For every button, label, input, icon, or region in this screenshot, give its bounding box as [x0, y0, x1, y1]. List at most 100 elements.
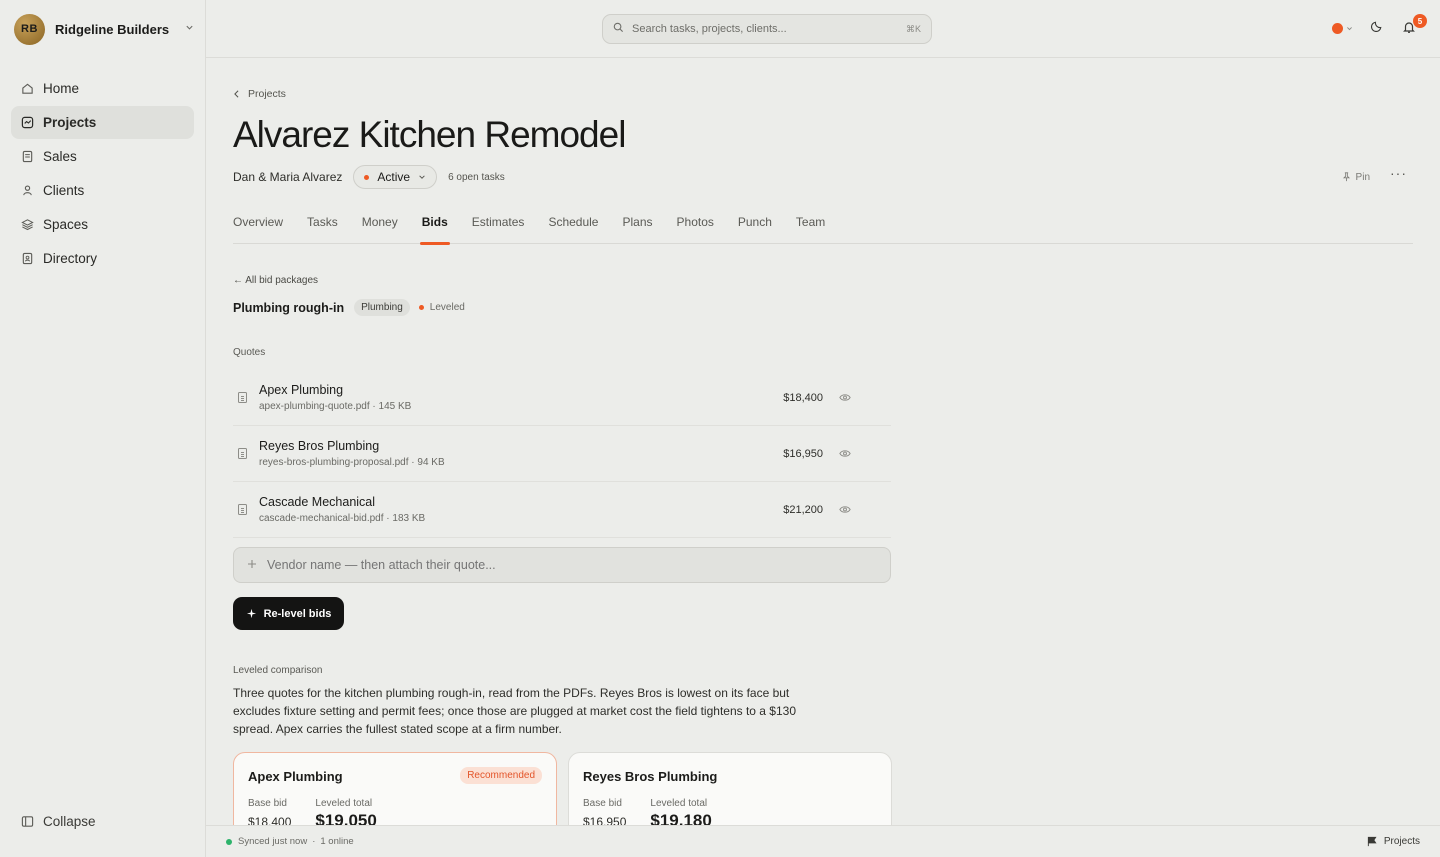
- vendor-name-input[interactable]: [267, 558, 827, 572]
- pin-button[interactable]: Pin: [1342, 172, 1370, 183]
- status-projects-label: Projects: [1383, 836, 1420, 847]
- project-meta: Dan & Maria Alvarez Active 6 open tasks …: [233, 165, 1413, 189]
- nav-item-projects[interactable]: Projects: [11, 106, 194, 139]
- card-vendor: Reyes Bros Plumbing: [583, 769, 718, 784]
- quote-row[interactable]: Cascade Mechanical cascade-mechanical-bi…: [233, 482, 891, 538]
- pin-icon: [1342, 172, 1350, 182]
- chevron-down-icon: [419, 175, 425, 179]
- search-icon: [613, 20, 624, 38]
- all-bid-packages-link[interactable]: ← All bid packages: [233, 275, 318, 286]
- nav-label: Home: [43, 81, 80, 96]
- nav-item-sales[interactable]: Sales: [11, 140, 194, 173]
- main-nav: Home Projects Sales Clients Spaces Direc…: [11, 72, 194, 276]
- search-bar[interactable]: Search tasks, projects, clients... ⌘K: [602, 14, 932, 44]
- sales-icon: [21, 150, 34, 163]
- quote-amount: $21,200: [783, 503, 823, 516]
- open-tasks-count[interactable]: 6 open tasks: [448, 172, 505, 183]
- sidebar-collapse-icon: [21, 815, 34, 828]
- projects-icon: [21, 116, 34, 129]
- tab-tasks[interactable]: Tasks: [307, 215, 338, 244]
- bid-package-header: Plumbing rough-in Plumbing Leveled: [233, 299, 465, 316]
- top-actions: 5: [1332, 14, 1427, 37]
- nav-label: Directory: [43, 251, 98, 266]
- sparkle-icon: [246, 608, 256, 619]
- quote-file: cascade-mechanical-bid.pdf · 183 KB: [259, 513, 426, 524]
- bid-package-name: Plumbing rough-in: [233, 300, 345, 315]
- chevron-down-icon: [185, 23, 194, 35]
- quote-amount: $18,400: [783, 391, 823, 404]
- relevel-bids-button[interactable]: Re-level bids: [233, 597, 344, 630]
- quote-file: reyes-bros-plumbing-proposal.pdf · 94 KB: [259, 457, 445, 468]
- breadcrumb-projects[interactable]: Projects: [248, 88, 286, 100]
- nav-item-spaces[interactable]: Spaces: [11, 208, 194, 241]
- user-status-menu[interactable]: [1332, 22, 1353, 34]
- breadcrumb[interactable]: Projects: [233, 88, 286, 100]
- status-projects-link[interactable]: Projects: [1366, 836, 1420, 847]
- separator: ·: [312, 836, 316, 847]
- org-name: Ridgeline Builders: [55, 21, 170, 37]
- trade-tag: Plumbing: [354, 299, 410, 316]
- quote-vendor: Cascade Mechanical: [259, 495, 376, 509]
- sync-status-dot: [226, 838, 232, 845]
- document-icon: [238, 392, 247, 403]
- leveled-total-label: Leveled total: [315, 798, 373, 809]
- org-switcher[interactable]: RB Ridgeline Builders: [14, 13, 194, 45]
- directory-icon: [21, 252, 34, 265]
- nav-label: Sales: [43, 149, 77, 164]
- leveled-total-label: Leveled total: [650, 798, 708, 809]
- quotes-list: Apex Plumbing apex-plumbing-quote.pdf · …: [233, 370, 891, 538]
- leveled-status: Leveled: [418, 302, 465, 313]
- notifications-button[interactable]: 5: [1402, 14, 1427, 36]
- status-label: Active: [377, 170, 411, 184]
- quote-vendor: Reyes Bros Plumbing: [259, 439, 380, 453]
- document-icon: [238, 504, 247, 515]
- nav-label: Projects: [43, 115, 97, 130]
- flag-icon: [1367, 836, 1377, 847]
- org-avatar: RB: [14, 13, 45, 45]
- leveled-label: Leveled: [429, 302, 465, 313]
- notification-badge: 5: [1413, 14, 1427, 28]
- eye-icon[interactable]: [839, 504, 851, 516]
- add-vendor-field[interactable]: [233, 547, 891, 583]
- page-title: Alvarez Kitchen Remodel: [233, 114, 626, 155]
- tab-estimates[interactable]: Estimates: [472, 215, 525, 244]
- status-dropdown[interactable]: Active: [353, 165, 438, 189]
- quotes-label: Quotes: [233, 347, 266, 358]
- nav-item-directory[interactable]: Directory: [11, 242, 194, 275]
- quote-row[interactable]: Apex Plumbing apex-plumbing-quote.pdf · …: [233, 370, 891, 426]
- moon-icon: [1370, 21, 1382, 33]
- search-shortcut: ⌘K: [905, 23, 921, 34]
- tab-schedule[interactable]: Schedule: [548, 215, 598, 244]
- status-bar: Synced just now · 1 online Projects: [206, 825, 1440, 857]
- document-icon: [238, 448, 247, 459]
- nav-item-home[interactable]: Home: [11, 72, 194, 105]
- tab-team[interactable]: Team: [796, 215, 825, 244]
- chevron-down-icon: [1347, 26, 1352, 30]
- relevel-label: Re-level bids: [263, 607, 332, 620]
- quote-row[interactable]: Reyes Bros Plumbing reyes-bros-plumbing-…: [233, 426, 891, 482]
- status-dot: [1332, 22, 1343, 34]
- status-dot: [364, 174, 370, 180]
- project-tabs: Overview Tasks Money Bids Estimates Sche…: [233, 215, 1413, 245]
- comparison-summary: Three quotes for the kitchen plumbing ro…: [233, 686, 797, 736]
- client-name: Dan & Maria Alvarez: [233, 170, 343, 184]
- quote-vendor: Apex Plumbing: [259, 383, 344, 397]
- chevron-left-icon: [234, 90, 239, 98]
- eye-icon[interactable]: [839, 448, 851, 460]
- tab-overview[interactable]: Overview: [233, 215, 283, 244]
- base-bid-label: Base bid: [583, 798, 622, 809]
- search-input[interactable]: Search tasks, projects, clients...: [632, 23, 906, 35]
- tab-bids[interactable]: Bids: [419, 215, 450, 245]
- nav-item-clients[interactable]: Clients: [11, 174, 194, 207]
- dark-mode-toggle[interactable]: [1370, 19, 1384, 37]
- tab-photos[interactable]: Photos: [677, 215, 714, 244]
- collapse-button[interactable]: Collapse: [21, 814, 96, 829]
- tab-plans[interactable]: Plans: [622, 215, 652, 244]
- online-count: 1 online: [320, 836, 354, 847]
- more-options-icon[interactable]: ···: [1390, 165, 1407, 181]
- tab-punch[interactable]: Punch: [738, 215, 772, 244]
- collapse-label: Collapse: [43, 814, 96, 829]
- tab-money[interactable]: Money: [362, 215, 398, 244]
- recommended-badge: Recommended: [460, 767, 542, 784]
- eye-icon[interactable]: [839, 392, 851, 404]
